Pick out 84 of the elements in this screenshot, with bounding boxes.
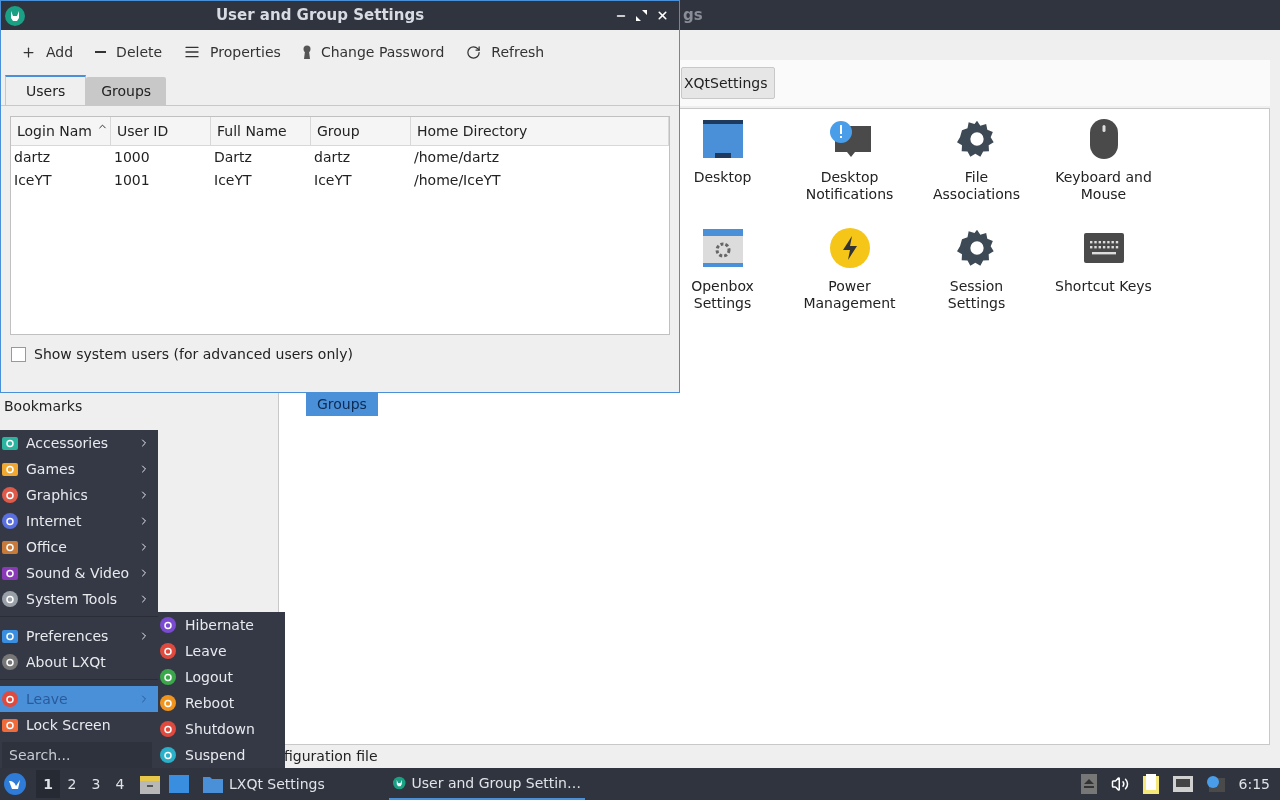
status-text: figuration file [284,747,378,766]
settings-item-label[interactable]: Shortcut Keys [1055,278,1152,295]
app-icon [5,5,25,26]
menu-item[interactable]: Sound & Video [0,560,158,586]
window-title: gs [683,4,703,26]
settings-item-label[interactable]: File Associations [921,169,1032,203]
desktop-switch[interactable]: 3 [84,770,108,798]
list-icon [184,44,201,60]
table-cell: Dartz [214,149,252,165]
table-cell: /home/IceYT [414,172,501,188]
toolbar-button[interactable]: Properties [184,41,281,63]
notification-icon [828,120,871,158]
column-header[interactable]: Full Name [211,117,311,145]
column-header[interactable]: Login Nam [11,117,111,145]
table-cell: /home/dartz [414,149,500,165]
search-field[interactable]: Search... [2,742,152,768]
menu-item[interactable]: Logout [158,664,285,690]
list-item[interactable]: Groups [306,393,378,416]
eject-icon[interactable] [1080,774,1097,794]
notification-icon[interactable] [1206,776,1225,792]
file-cabinet-icon[interactable] [140,774,160,794]
menu-item[interactable]: Internet [0,508,158,534]
network-icon[interactable] [1172,776,1193,792]
window-icon [702,229,743,267]
desktop-switch[interactable]: 1 [36,770,60,798]
desktop-switch[interactable]: 4 [108,770,132,798]
close-icon[interactable] [656,9,669,22]
menu-item[interactable]: Accessories [0,430,158,456]
monitor-icon [702,120,743,158]
clock[interactable]: 6:15 [1238,773,1270,795]
table-cell: IceYT [314,172,352,188]
settings-item-label[interactable]: Power Management [794,278,905,312]
lightning-icon [829,228,870,268]
toolbar-button[interactable]: Delete [95,41,163,63]
menu-item[interactable]: Reboot [158,690,285,716]
menu-item[interactable]: Lock Screen [0,712,158,738]
column-header[interactable]: Home Directory [411,117,669,145]
menu-item[interactable]: Shutdown [158,716,285,742]
settings-item-label[interactable]: Desktop [693,169,752,186]
menu-item[interactable]: Graphics [0,482,158,508]
table-cell: IceYT [214,172,252,188]
task-button[interactable]: User and Group Settin… [389,768,585,800]
menu-item[interactable]: Leave [158,638,285,664]
app-icon [393,774,406,792]
column-header[interactable]: Group [311,117,411,145]
menu-item[interactable]: Office [0,534,158,560]
menu-item[interactable]: Hibernate [158,612,285,638]
toolbar-button[interactable]: Change Password [302,41,445,63]
table-cell: 1001 [114,172,150,188]
menu-item[interactable]: System Tools [0,586,158,612]
settings-item-label[interactable]: Keyboard and Mouse [1048,169,1159,203]
toolbar-button[interactable]: Add [21,41,74,63]
column-header[interactable]: User ID [111,117,211,145]
logo-icon[interactable] [4,773,26,795]
volume-icon[interactable] [1110,775,1129,793]
table-cell: IceYT [14,172,52,188]
table-cell: dartz [14,149,51,165]
clipboard-icon[interactable] [1142,774,1159,794]
minus-icon [95,51,107,53]
keyboard-icon [1083,233,1124,263]
mouse-icon [1089,119,1118,159]
tab[interactable]: Groups [86,77,167,105]
toolbar-button[interactable]: Refresh [466,41,545,63]
tab[interactable]: Users [5,75,87,105]
maximize-icon[interactable] [636,10,647,21]
keyhole-icon [302,45,311,59]
settings-item-label[interactable]: Desktop Notifications [794,169,905,203]
refresh-icon [466,44,482,60]
menu-item[interactable]: Preferences [0,623,158,649]
checkbox[interactable] [11,347,26,362]
sidebar-label: Bookmarks [4,397,84,416]
menu-item[interactable]: Suspend [158,742,285,768]
menu-item[interactable]: Games [0,456,158,482]
menu-item[interactable]: About LXQt [0,649,158,675]
table-cell: dartz [314,149,351,165]
breadcrumb-button[interactable]: XQtSettings [681,67,775,99]
desktop-switch[interactable]: 2 [60,770,84,798]
table-cell: 1000 [114,149,150,165]
plus-icon [21,44,36,60]
checkbox-label: Show system users (for advanced users only) [34,345,353,364]
folder-icon [203,775,223,793]
window-title: User and Group Settings [214,5,426,27]
settings-item-label[interactable]: Session Settings [921,278,1032,312]
task-button[interactable]: LXQt Settings [199,768,389,800]
